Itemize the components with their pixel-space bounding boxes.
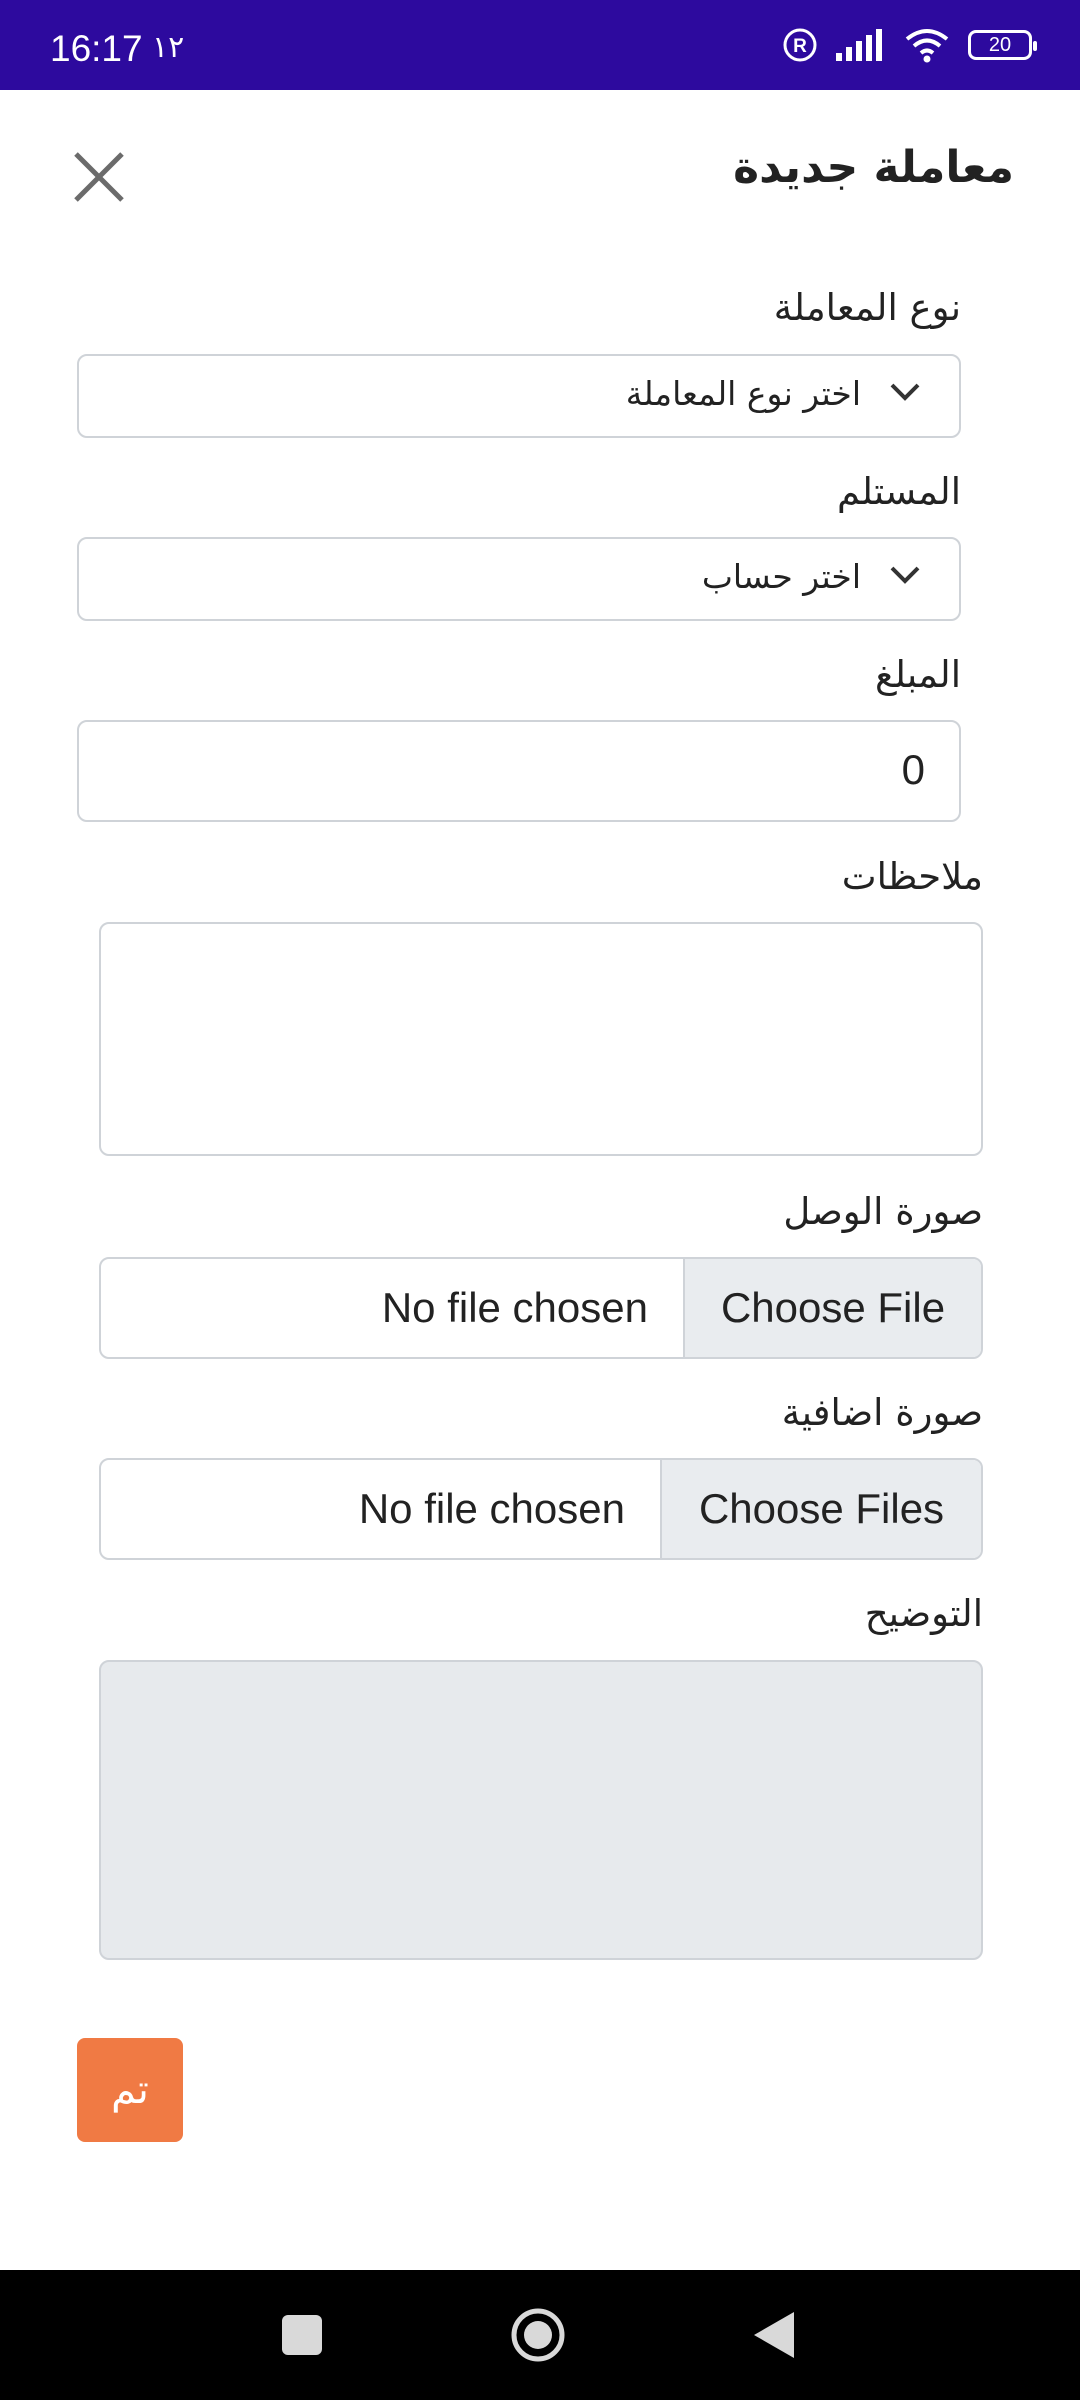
wifi-icon xyxy=(904,27,950,63)
status-extra: ١٢ xyxy=(152,30,185,65)
registered-icon: R xyxy=(782,27,818,63)
description-label: التوضيح xyxy=(864,1592,983,1635)
close-button[interactable] xyxy=(70,148,128,206)
chevron-down-icon xyxy=(890,566,920,584)
back-nav-icon[interactable] xyxy=(754,2312,794,2358)
square-nav-icon[interactable] xyxy=(282,2315,322,2355)
extra-image-label: صورة اضافية xyxy=(781,1391,983,1434)
submit-button[interactable]: تم xyxy=(77,2038,183,2142)
close-icon xyxy=(74,152,124,202)
home-nav-icon[interactable] xyxy=(510,2307,566,2363)
chevron-down-icon xyxy=(890,383,920,401)
choose-file-button[interactable]: Choose File xyxy=(683,1259,981,1357)
amount-value: 0 xyxy=(901,746,925,793)
signal-icon xyxy=(836,29,886,61)
battery-icon: 20 xyxy=(968,30,1037,60)
amount-input[interactable]: 0 xyxy=(77,720,961,822)
page-title: معاملة جديدة xyxy=(733,142,1014,193)
receipt-image-input[interactable]: Choose File No file chosen xyxy=(99,1257,983,1359)
extra-file-status: No file chosen xyxy=(358,1485,625,1532)
transaction-type-label: نوع المعاملة xyxy=(773,286,961,329)
recipient-label: المستلم xyxy=(837,470,961,513)
choose-files-button[interactable]: Choose Files xyxy=(660,1460,981,1558)
status-time: 16:17 xyxy=(50,28,143,69)
notes-label: ملاحظات xyxy=(841,855,983,898)
notes-textarea[interactable] xyxy=(99,922,983,1156)
status-bar: 16:17 ١٢ R 20 xyxy=(0,0,1080,90)
transaction-type-select[interactable]: اختر نوع المعاملة xyxy=(77,354,961,438)
receipt-file-status: No file chosen xyxy=(381,1284,648,1331)
recipient-select[interactable]: اختر حساب xyxy=(77,537,961,621)
transaction-type-value: اختر نوع المعاملة xyxy=(625,374,861,413)
status-icons: R 20 xyxy=(782,22,1037,68)
recipient-value: اختر حساب xyxy=(701,557,861,596)
navigation-bar xyxy=(0,2270,1080,2400)
svg-text:R: R xyxy=(793,36,807,57)
amount-label: المبلغ xyxy=(874,653,961,696)
extra-image-input[interactable]: Choose Files No file chosen xyxy=(99,1458,983,1560)
receipt-image-label: صورة الوصل xyxy=(783,1190,983,1233)
description-textarea xyxy=(99,1660,983,1960)
